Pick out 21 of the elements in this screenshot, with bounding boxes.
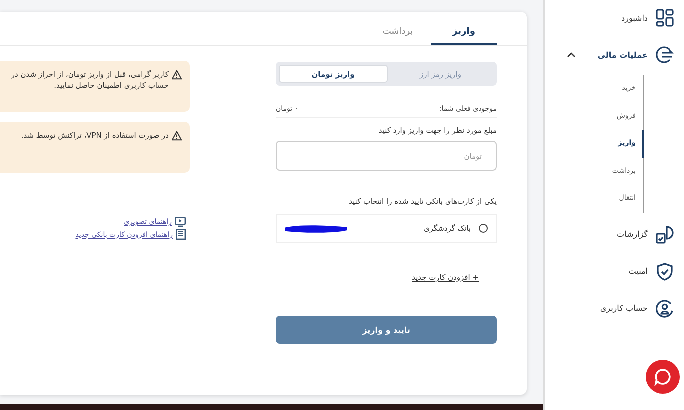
chat-icon: [654, 368, 672, 386]
tab[interactable]: برداشت: [365, 21, 431, 45]
shield-icon: [656, 262, 674, 280]
nav-item[interactable]: عملیات مالی: [563, 45, 674, 65]
nav-item[interactable]: حساب کاربری: [563, 298, 674, 318]
nav-item[interactable]: داشبورد: [563, 8, 674, 28]
chat-button[interactable]: [646, 360, 680, 394]
grid-icon: [656, 9, 674, 27]
nav-item[interactable]: گزارشات: [563, 224, 674, 244]
chart-icon: [656, 226, 674, 244]
nav-item[interactable]: امنیت: [563, 262, 674, 282]
user-icon: [656, 300, 674, 318]
document-icon: [176, 229, 186, 240]
submit-button[interactable]: تایید و واریز: [276, 316, 497, 344]
redaction-mark: [285, 224, 349, 234]
tab[interactable]: واریز: [431, 21, 497, 45]
warning-icon: [172, 70, 182, 80]
exchange-icon: [656, 46, 674, 64]
warning-icon: [172, 131, 182, 141]
video-icon: [175, 217, 186, 227]
radio-button[interactable]: [479, 224, 488, 233]
